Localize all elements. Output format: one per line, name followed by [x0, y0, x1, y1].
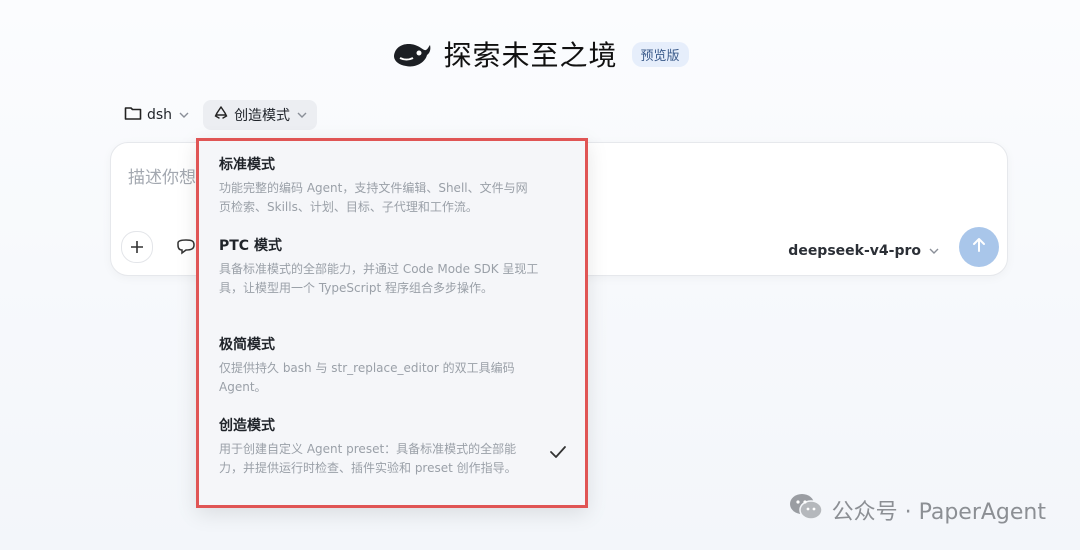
- menu-item-standard-mode[interactable]: 标准模式 功能完整的编码 Agent，支持文件编辑、Shell、文件与网页检索、…: [219, 155, 539, 217]
- menu-item-minimal-mode[interactable]: 极简模式 仅提供持久 bash 与 str_replace_editor 的双工…: [219, 335, 539, 397]
- controls-row: dsh 创造模式: [118, 100, 318, 130]
- page-title: 探索未至之境: [443, 39, 618, 72]
- menu-item-description: 功能完整的编码 Agent，支持文件编辑、Shell、文件与网页检索、Skill…: [219, 181, 528, 214]
- prompt-input[interactable]: 描述你想: [128, 163, 196, 188]
- tools-button[interactable]: [175, 237, 197, 259]
- menu-item-creative-mode[interactable]: 创造模式 用于创建自定义 Agent preset：具备标准模式的全部能力，并提…: [219, 416, 539, 478]
- send-button[interactable]: [959, 227, 999, 267]
- watermark-text: 公众号 · PaperAgent: [831, 500, 1046, 525]
- recycle-icon: [213, 105, 229, 125]
- mode-dropdown-menu: 标准模式 功能完整的编码 Agent，支持文件编辑、Shell、文件与网页检索、…: [196, 138, 588, 508]
- model-selector[interactable]: deepseek-v4-pro: [788, 243, 939, 259]
- menu-item-title: 标准模式: [219, 157, 275, 173]
- add-attachment-button[interactable]: [121, 231, 153, 263]
- menu-item-description: 仅提供持久 bash 与 str_replace_editor 的双工具编码 A…: [219, 361, 515, 394]
- header: 探索未至之境 预览版: [0, 32, 1080, 76]
- chevron-down-icon: [297, 109, 307, 122]
- menu-item-ptc-mode[interactable]: PTC 模式 具备标准模式的全部能力，并通过 Code Mode SDK 呈现工…: [219, 236, 539, 298]
- folder-label: dsh: [147, 107, 173, 123]
- checkmark-icon: [549, 443, 567, 461]
- arrow-up-icon: [970, 236, 988, 258]
- menu-item-description: 具备标准模式的全部能力，并通过 Code Mode SDK 呈现工具，让模型用一…: [219, 262, 539, 295]
- model-label: deepseek-v4-pro: [788, 243, 921, 259]
- folder-selector[interactable]: dsh: [118, 100, 195, 130]
- whale-logo-icon: [391, 36, 433, 72]
- chevron-down-icon: [179, 109, 189, 122]
- chevron-down-icon: [929, 243, 939, 259]
- menu-item-title: PTC 模式: [219, 238, 282, 254]
- menu-item-title: 创造模式: [219, 418, 275, 434]
- preview-badge: 预览版: [631, 41, 689, 67]
- wechat-icon: [788, 492, 824, 528]
- menu-item-title: 极简模式: [219, 337, 275, 353]
- menu-item-description: 用于创建自定义 Agent preset：具备标准模式的全部能力，并提供运行时检…: [219, 442, 517, 475]
- folder-icon: [124, 105, 142, 125]
- watermark: 公众号 · PaperAgent: [788, 492, 1046, 528]
- mode-selector[interactable]: 创造模式: [203, 100, 318, 130]
- mode-label: 创造模式: [234, 108, 291, 124]
